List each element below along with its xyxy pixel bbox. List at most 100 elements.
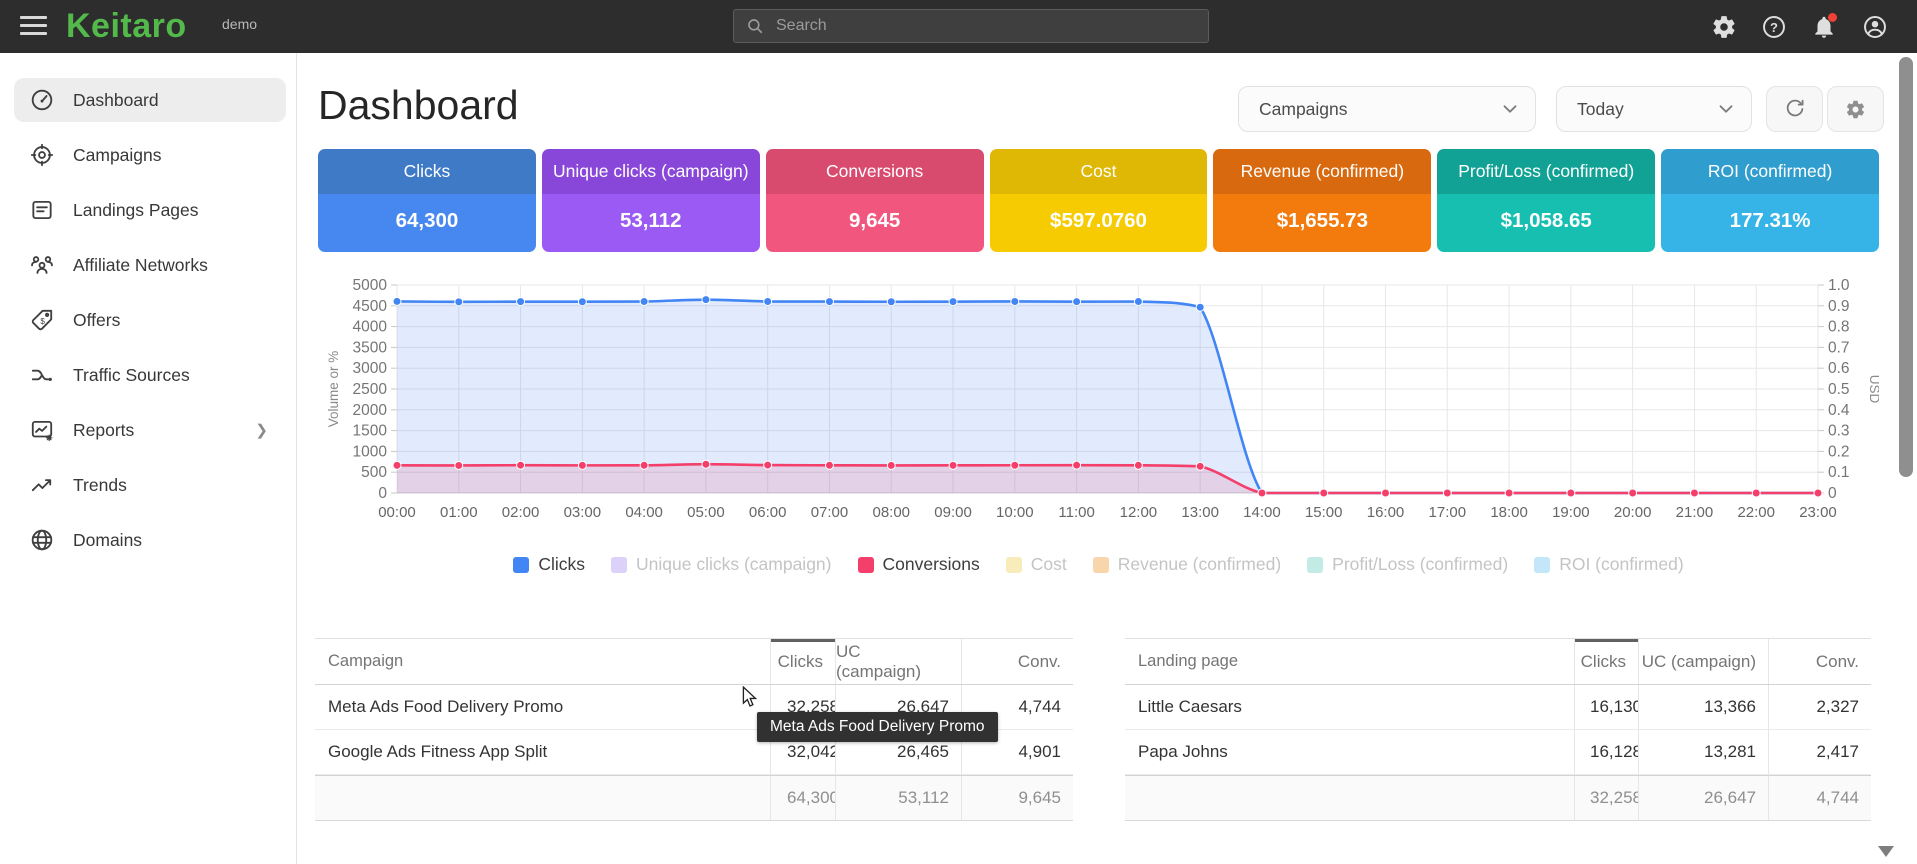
table-row[interactable]: Little Caesars16,13013,3662,327 bbox=[1125, 685, 1871, 730]
column-header-conv[interactable]: Conv. bbox=[961, 639, 1073, 684]
sidebar-item-landings-pages[interactable]: Landings Pages bbox=[14, 188, 286, 232]
sidebar-item-dashboard[interactable]: Dashboard bbox=[14, 78, 286, 122]
metric-card-value: $1,655.73 bbox=[1213, 194, 1431, 252]
column-header-uc-campaign[interactable]: UC (campaign) bbox=[1638, 639, 1768, 684]
sidebar-item-campaigns[interactable]: Campaigns bbox=[14, 133, 286, 177]
metric-card-revenue-confirmed[interactable]: Revenue (confirmed)$1,655.73 bbox=[1213, 149, 1431, 252]
affiliate-networks-icon bbox=[29, 252, 55, 278]
column-header-clicks[interactable]: Clicks bbox=[1574, 639, 1638, 684]
sidebar-item-label: Traffic Sources bbox=[73, 365, 190, 386]
legend-item-revenue-confirmed[interactable]: Revenue (confirmed) bbox=[1093, 554, 1281, 575]
offers-icon: $ bbox=[29, 307, 55, 333]
column-header-conv[interactable]: Conv. bbox=[1768, 639, 1871, 684]
table-row[interactable]: Papa Johns16,12813,2812,417 bbox=[1125, 730, 1871, 775]
legend-item-profit-loss-confirmed[interactable]: Profit/Loss (confirmed) bbox=[1307, 554, 1508, 575]
metric-card-profit-loss-confirmed[interactable]: Profit/Loss (confirmed)$1,058.65 bbox=[1437, 149, 1655, 252]
user-account-icon[interactable] bbox=[1862, 14, 1888, 40]
cell-landing-page: Papa Johns bbox=[1125, 730, 1574, 774]
metric-card-clicks[interactable]: Clicks64,300 bbox=[318, 149, 536, 252]
column-header-campaign[interactable]: Campaign bbox=[315, 639, 770, 684]
svg-text:0.2: 0.2 bbox=[1828, 443, 1850, 460]
search-input[interactable] bbox=[774, 16, 1178, 36]
search-box[interactable] bbox=[733, 9, 1209, 43]
svg-text:4500: 4500 bbox=[353, 298, 388, 315]
cell-campaign: Google Ads Fitness App Split bbox=[315, 730, 770, 774]
svg-text:5000: 5000 bbox=[353, 277, 388, 294]
metric-card-label: Conversions bbox=[766, 149, 984, 194]
column-header-landing-page[interactable]: Landing page bbox=[1125, 639, 1574, 684]
keitaro-logo[interactable]: Keitaro bbox=[66, 7, 187, 46]
metric-card-conversions[interactable]: Conversions9,645 bbox=[766, 149, 984, 252]
cell-landing-page bbox=[1125, 776, 1574, 820]
metric-card-cost[interactable]: Cost$597.0760 bbox=[990, 149, 1208, 252]
row-tooltip: Meta Ads Food Delivery Promo bbox=[757, 712, 998, 742]
metric-card-label: Revenue (confirmed) bbox=[1213, 149, 1431, 194]
legend-label: Conversions bbox=[883, 554, 980, 575]
metric-card-value: 9,645 bbox=[766, 194, 984, 252]
svg-text:1000: 1000 bbox=[353, 443, 388, 460]
svg-text:0.5: 0.5 bbox=[1828, 381, 1850, 398]
chevron-down-icon bbox=[1499, 98, 1521, 120]
notifications-bell-icon[interactable] bbox=[1811, 14, 1837, 40]
sidebar-item-label: Landings Pages bbox=[73, 200, 199, 221]
sidebar-item-trends[interactable]: Trends bbox=[14, 463, 286, 507]
legend-label: Revenue (confirmed) bbox=[1118, 554, 1281, 575]
svg-text:0.9: 0.9 bbox=[1828, 298, 1850, 315]
svg-text:01:00: 01:00 bbox=[440, 504, 478, 521]
legend-item-roi-confirmed[interactable]: ROI (confirmed) bbox=[1534, 554, 1683, 575]
svg-text:0.1: 0.1 bbox=[1828, 464, 1850, 481]
svg-text:2000: 2000 bbox=[353, 402, 388, 419]
legend-swatch bbox=[858, 557, 874, 573]
sidebar-item-domains[interactable]: Domains bbox=[14, 518, 286, 562]
svg-text:4000: 4000 bbox=[353, 319, 388, 336]
svg-text:3500: 3500 bbox=[353, 339, 388, 356]
table-header-row: CampaignClicksUC (campaign)Conv. bbox=[315, 639, 1073, 685]
help-icon[interactable]: ? bbox=[1761, 14, 1787, 40]
legend-item-unique-clicks-campaign[interactable]: Unique clicks (campaign) bbox=[611, 554, 832, 575]
legend-item-cost[interactable]: Cost bbox=[1006, 554, 1067, 575]
settings-gear-icon[interactable] bbox=[1711, 14, 1737, 40]
svg-text:06:00: 06:00 bbox=[749, 504, 787, 521]
svg-text:23:00: 23:00 bbox=[1799, 504, 1837, 521]
metric-card-unique-clicks-campaign[interactable]: Unique clicks (campaign)53,112 bbox=[542, 149, 760, 252]
cell-conv: 4,744 bbox=[1768, 776, 1871, 820]
table-footer-row: 64,30053,1129,645 bbox=[315, 775, 1073, 820]
landings-pages-icon bbox=[29, 197, 55, 223]
date-range-select[interactable]: Today bbox=[1556, 86, 1752, 132]
column-header-clicks[interactable]: Clicks bbox=[770, 639, 835, 684]
svg-text:17:00: 17:00 bbox=[1429, 504, 1467, 521]
refresh-button[interactable] bbox=[1766, 86, 1823, 132]
chevron-down-icon bbox=[1715, 98, 1737, 120]
sidebar-item-label: Dashboard bbox=[73, 90, 159, 111]
scrollbar-thumb[interactable] bbox=[1899, 57, 1913, 477]
svg-text:02:00: 02:00 bbox=[502, 504, 540, 521]
traffic-chart: 0500100015002000250030003500400045005000… bbox=[318, 272, 1879, 527]
svg-text:10:00: 10:00 bbox=[996, 504, 1034, 521]
dashboard-settings-button[interactable] bbox=[1827, 86, 1884, 132]
cell-campaign: Meta Ads Food Delivery Promo bbox=[315, 685, 770, 729]
legend-label: Cost bbox=[1031, 554, 1067, 575]
sidebar-item-reports[interactable]: Reports❯ bbox=[14, 408, 286, 452]
landing-pages-table: Landing pageClicksUC (campaign)Conv.Litt… bbox=[1125, 638, 1871, 821]
hamburger-menu-icon[interactable] bbox=[20, 16, 47, 37]
sidebar-item-label: Reports bbox=[73, 420, 134, 441]
metric-card-label: Unique clicks (campaign) bbox=[542, 149, 760, 194]
legend-item-conversions[interactable]: Conversions bbox=[858, 554, 980, 575]
sidebar-item-offers[interactable]: $Offers bbox=[14, 298, 286, 342]
svg-text:0: 0 bbox=[378, 485, 387, 502]
cell-uc-campaign: 13,281 bbox=[1638, 730, 1768, 774]
search-icon bbox=[746, 17, 764, 35]
column-header-uc-campaign[interactable]: UC (campaign) bbox=[835, 639, 961, 684]
cell-conv: 2,327 bbox=[1768, 685, 1871, 729]
campaigns-filter-select[interactable]: Campaigns bbox=[1238, 86, 1536, 132]
legend-item-clicks[interactable]: Clicks bbox=[513, 554, 585, 575]
svg-text:09:00: 09:00 bbox=[934, 504, 972, 521]
svg-text:21:00: 21:00 bbox=[1676, 504, 1714, 521]
sidebar-item-traffic-sources[interactable]: Traffic Sources bbox=[14, 353, 286, 397]
svg-text:0.7: 0.7 bbox=[1828, 339, 1850, 356]
metric-card-value: 64,300 bbox=[318, 194, 536, 252]
reports-icon bbox=[29, 417, 55, 443]
metric-card-roi-confirmed[interactable]: ROI (confirmed)177.31% bbox=[1661, 149, 1879, 252]
legend-label: Unique clicks (campaign) bbox=[636, 554, 832, 575]
sidebar-item-affiliate-networks[interactable]: Affiliate Networks bbox=[14, 243, 286, 287]
